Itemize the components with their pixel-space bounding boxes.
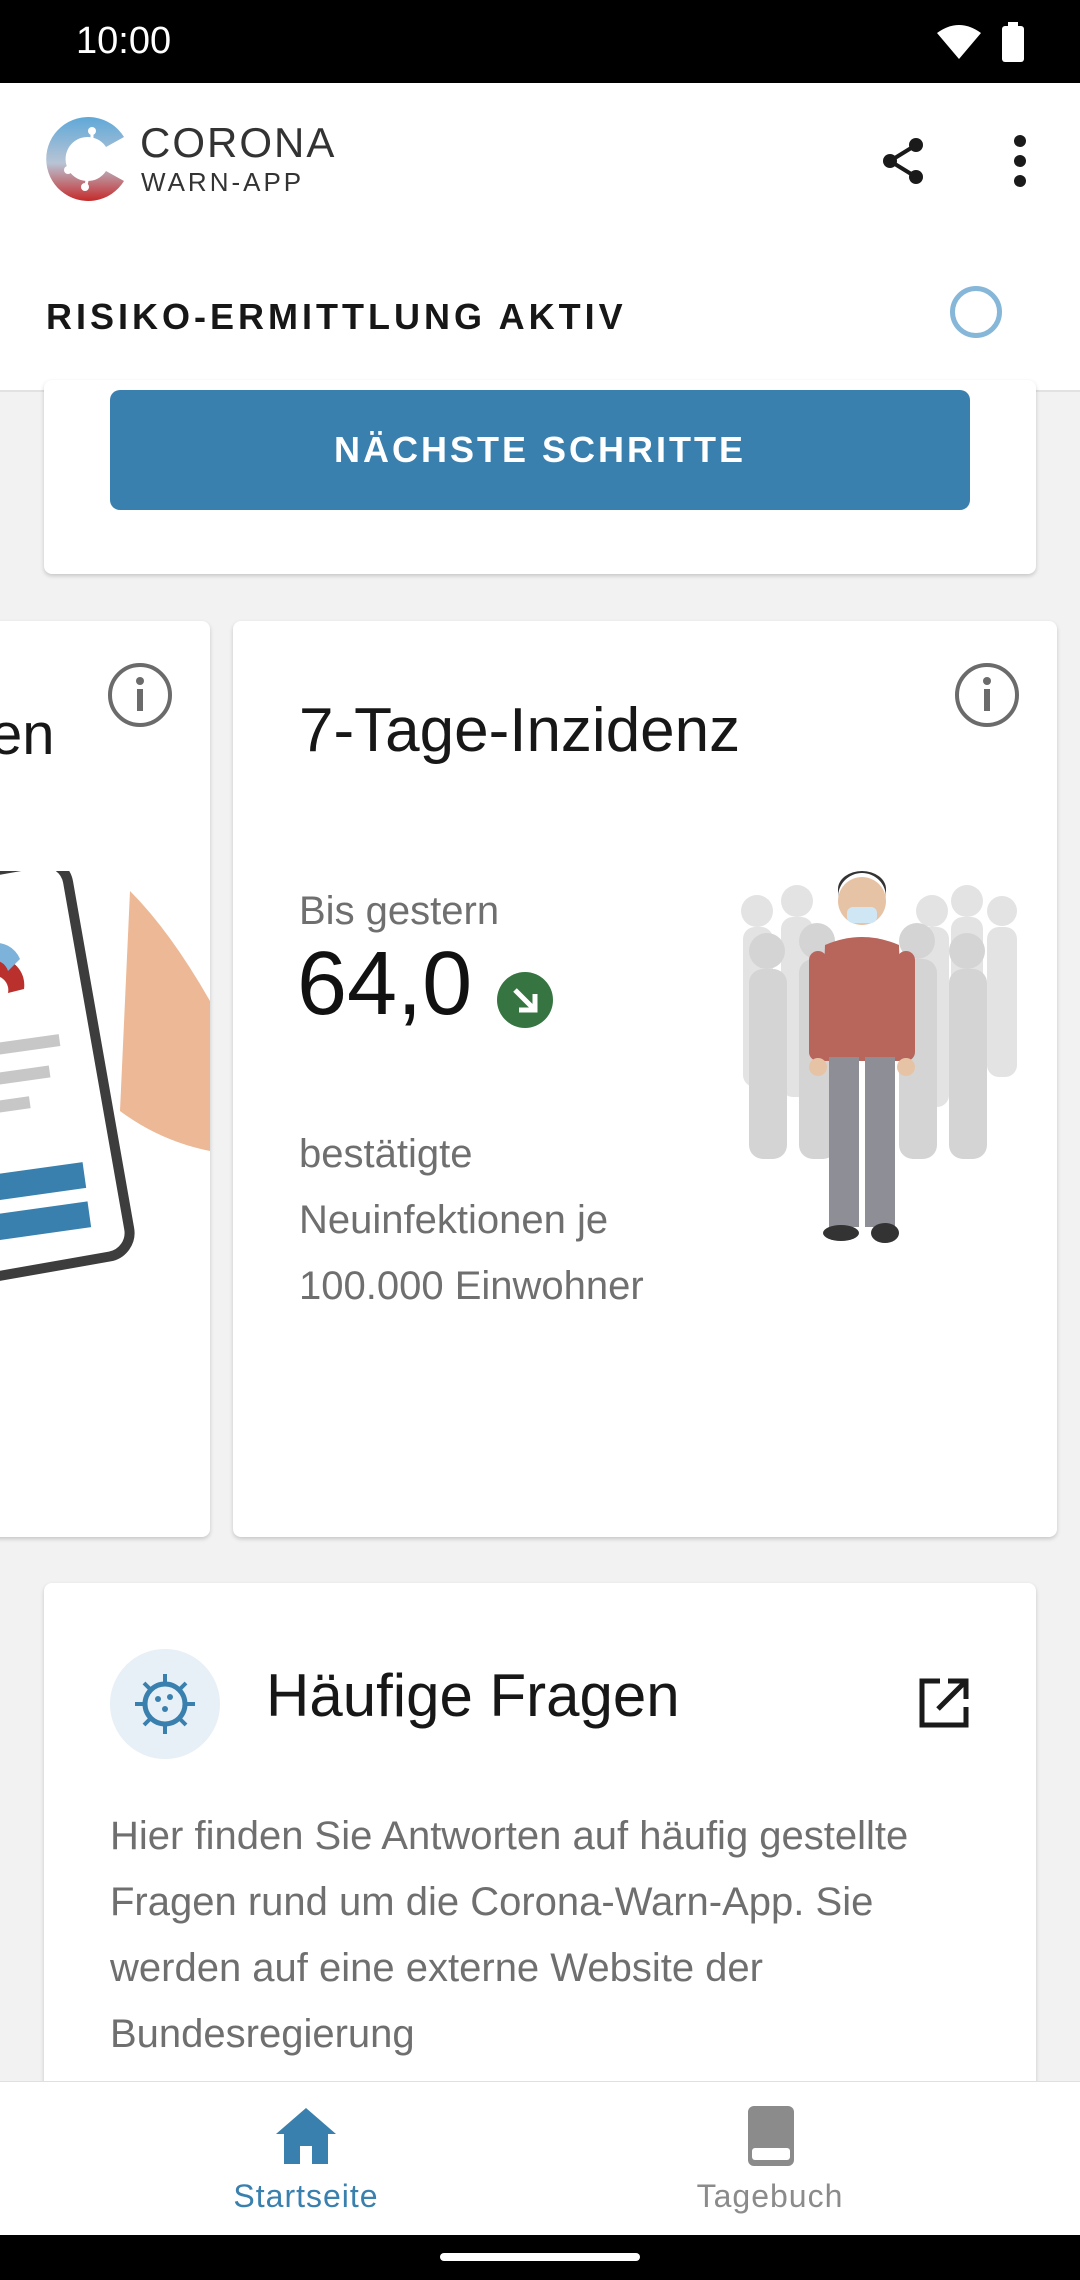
crowd-illustration: [741, 871, 1017, 1243]
status-bar: 10:00: [0, 0, 1080, 83]
more-options-icon[interactable]: [994, 133, 1046, 189]
info-icon[interactable]: [106, 661, 174, 729]
previous-card-title: en: [0, 702, 55, 767]
faq-description: Hier finden Sie Antworten auf häufig ges…: [110, 1814, 909, 2056]
risk-tracing-label: RISIKO-ERMITTLUNG AKTIV: [46, 296, 627, 337]
app-name: CORONA: [140, 119, 337, 166]
corona-warn-app-logo-icon: [46, 117, 125, 201]
incidence-card[interactable]: 7-Tage-Inzidenz Bis gestern 64,0 bestäti…: [233, 621, 1057, 1537]
app-bar: CORONA WARN-APP: [0, 83, 1080, 238]
next-steps-button[interactable]: NÄCHSTE SCHRITTE: [110, 390, 970, 510]
incidence-value: 64,0: [297, 934, 473, 1034]
app-subname: WARN-APP: [141, 167, 305, 197]
carousel-card-previous[interactable]: en: [0, 621, 210, 1537]
nav-item-startseite[interactable]: Startseite: [36, 2082, 576, 2236]
info-icon[interactable]: [953, 661, 1021, 729]
external-link-icon[interactable]: [916, 1675, 972, 1731]
faq-card[interactable]: Häufige Fragen Hier finden Sie Antworten…: [44, 1583, 1036, 2103]
phone-hand-illustration: [0, 871, 210, 1285]
home-icon: [276, 2108, 336, 2164]
tracing-status-ring-icon: [950, 286, 1002, 338]
nav-item-tagebuch[interactable]: Tagebuch: [500, 2082, 1040, 2236]
book-icon: [748, 2106, 794, 2166]
virus-icon: [110, 1649, 220, 1759]
trend-down-arrow-icon: [497, 972, 553, 1028]
battery-icon: [1002, 22, 1024, 62]
wifi-icon: [937, 25, 981, 59]
incidence-subtitle: Bis gestern: [299, 889, 500, 933]
incidence-description: bestätigte Neuinfektionen je 100.000 Ein…: [299, 1132, 644, 1308]
status-time: 10:00: [76, 20, 172, 62]
nav-label-startseite: Startseite: [233, 2178, 379, 2214]
share-icon[interactable]: [876, 133, 932, 189]
nav-label-tagebuch: Tagebuch: [696, 2178, 844, 2214]
faq-title: Häufige Fragen: [266, 1662, 680, 1729]
home-gesture-handle[interactable]: [440, 2253, 640, 2261]
incidence-title: 7-Tage-Inzidenz: [299, 696, 741, 765]
risk-tracing-bar[interactable]: RISIKO-ERMITTLUNG AKTIV: [0, 238, 1080, 392]
gesture-bar: [0, 2235, 1080, 2280]
bottom-navigation: Startseite Tagebuch: [0, 2081, 1080, 2236]
status-icons: [936, 22, 1024, 62]
